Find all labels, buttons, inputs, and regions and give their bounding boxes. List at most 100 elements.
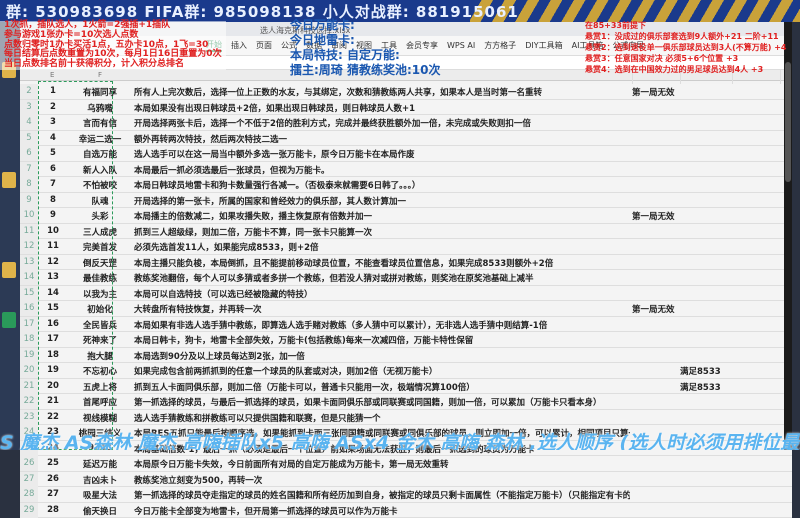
table-row[interactable]: 21有福同享所有人上完次数后，选择一位上正数的水友，与其绑定，次数和猜教练两人共…: [20, 84, 792, 100]
table-row[interactable]: 1413最佳教练教练奖池翻倍，每个人可以多猜或者多拼一个教练，但若没人猜对或拼对…: [20, 270, 792, 286]
folder-icon[interactable]: [2, 172, 16, 188]
effect-index: 3: [38, 117, 68, 127]
row-number: 14: [20, 270, 38, 285]
table-row[interactable]: 1918抱大腿本局选到90分及以上球员每达到2张，加一倍: [20, 348, 792, 364]
first-round-note: 第一局无效: [632, 303, 680, 315]
effect-index: 1: [38, 86, 68, 96]
requirement-note: 满足8533: [680, 365, 730, 377]
effect-name: 最佳教练: [68, 272, 132, 284]
effect-description: 抓到五人卡面同俱乐部，则加二倍（万能卡可以，普通卡只能用一次，极端情况算100倍…: [134, 381, 630, 393]
effect-description: 本局可以自选特技（可以选已经被隐藏的特技）: [134, 288, 630, 300]
table-row[interactable]: 2827吸星大法第一抓选择的球员夺走指定的球员的姓名国籍和所有经历加到自身，被指…: [20, 487, 792, 503]
table-row[interactable]: 98队魂开局选择的第一张卡，所属的国家和曾经效力的俱乐部，其人数计算加一: [20, 193, 792, 209]
table-row[interactable]: 1716全民皆兵本局如果有非选人选手猜中教练，即算选人选手赌对教练（多人猜中可以…: [20, 317, 792, 333]
row-number: 17: [20, 317, 38, 332]
effect-description: 开局选择的第一张卡，所属的国家和曾经效力的俱乐部，其人数计算加一: [134, 195, 630, 207]
table-row[interactable]: 109头彩本局播主的倍数减二，如果攻播失败，播主恢复原有倍数并加一第一局无效: [20, 208, 792, 224]
ribbon-tab[interactable]: WPS AI: [447, 41, 475, 50]
effect-description: 本局日韩球员地雷卡和狗卡数量强行各减一。（否极泰来就需要6日韩了。。。）: [134, 179, 630, 191]
ribbon-tab[interactable]: 方方格子: [484, 40, 516, 51]
effect-index: 15: [38, 303, 68, 313]
effect-name: 三人成虎: [68, 226, 132, 238]
table-row[interactable]: 2322视线模糊选人选手猜教练和拼教练可以只提供国籍和联赛，但是只能猜一个: [20, 410, 792, 426]
effect-name: 幸运二选一: [68, 133, 132, 145]
table-row[interactable]: 32乌鸦嘴本局如果没有出现日韩球员+2倍，如果出现日韩球员，则日韩球员人数+1: [20, 100, 792, 116]
effect-description: 本局选到90分及以上球员每达到2张，加一倍: [134, 350, 630, 362]
effect-name: 死神来了: [68, 334, 132, 346]
table-row[interactable]: 1312倒反天罡本局主播只能负梭，本局倒抓，且不能提前移动球员位置，不能查看球员…: [20, 255, 792, 271]
row-number: 22: [20, 394, 38, 409]
effect-description: 本局最后一抓必须选最后一张球员，但视为万能卡。: [134, 164, 630, 176]
decorative-stripes: [470, 0, 800, 22]
table-row[interactable]: 2625延迟万能本局原今日万能卡失效，今日前面所有对局的自定万能成为万能卡，第一…: [20, 456, 792, 472]
effect-name: 吉凶未卜: [68, 474, 132, 486]
effect-description: 额外再转两次特技，然后两次特技二选一: [134, 133, 630, 145]
row-number: 7: [20, 162, 38, 177]
effect-name: 视线模糊: [68, 412, 132, 424]
scroll-thumb[interactable]: [785, 62, 791, 182]
table-row[interactable]: 1615初始化大转盘所有特技恢复，并再转一次第一局无效: [20, 301, 792, 317]
overlay-line: 当日点数排名前十获得积分，计入积分总排名: [4, 60, 222, 70]
first-round-note: 第一局无效: [632, 210, 680, 222]
effect-index: 6: [38, 164, 68, 174]
effect-description: 今日万能卡全部变为地雷卡，但开局第一抓选择的球员可以作为万能卡: [134, 505, 630, 517]
row-number: 29: [20, 503, 38, 518]
effect-index: 22: [38, 412, 68, 422]
table-row[interactable]: 65自选万能选人选手可以在这一局当中额外多选一张万能卡，原今日万能卡在本局作废: [20, 146, 792, 162]
effect-name: 初始化: [68, 303, 132, 315]
table-row[interactable]: 2019不忘初心如果完成包含前两抓抓到的任意一个球员的队套或对决，则加2倍（无视…: [20, 363, 792, 379]
effect-index: 21: [38, 396, 68, 406]
row-number: 4: [20, 115, 38, 130]
table-row[interactable]: 76新人入队本局最后一抓必须选最后一张球员，但视为万能卡。: [20, 162, 792, 178]
folder-icon[interactable]: [2, 262, 16, 278]
overlay-line: 擂主:周琦 猜教练奖池:10次: [290, 63, 440, 78]
table-row[interactable]: 87不怕被咬本局日韩球员地雷卡和狗卡数量强行各减一。（否极泰来就需要6日韩了。。…: [20, 177, 792, 193]
overlay-line: 今日万能卡:: [290, 18, 440, 33]
table-row[interactable]: 43言而有信开局选择两张卡后，选择一个不低于2倍的胜利方式，完成并最终获胜额外加…: [20, 115, 792, 131]
table-row[interactable]: 1817死神来了本局日韩卡，狗卡，地雷卡全部失效，万能卡(包括教练)每来一次减四…: [20, 332, 792, 348]
effect-index: 19: [38, 365, 68, 375]
table-row[interactable]: 2928偷天换日今日万能卡全部变为地雷卡，但开局第一抓选择的球员可以作为万能卡: [20, 503, 792, 518]
effect-description: 本局主播只能负梭，本局倒抓，且不能提前移动球员位置，不能查看球员位置信息，如果完…: [134, 257, 630, 269]
vertical-scrollbar[interactable]: [784, 22, 792, 450]
effect-description: 抓到三人超级绿，则加二倍，万能卡不算，同一张卡只能算一次: [134, 226, 630, 238]
table-row[interactable]: 1514以我为主本局可以自选特技（可以选已经被隐藏的特技）: [20, 286, 792, 302]
effect-index: 10: [38, 226, 68, 236]
table-row[interactable]: 2221首尾呼应第一抓选择的球员，与最后一抓选择的球员，如果卡面同俱乐部或同联赛…: [20, 394, 792, 410]
effect-name: 完美首发: [68, 241, 132, 253]
ribbon-tab[interactable]: 页面: [256, 40, 272, 51]
effect-index: 11: [38, 241, 68, 251]
table-row[interactable]: 1110三人成虎抓到三人超级绿，则加二倍，万能卡不算，同一张卡只能算一次: [20, 224, 792, 240]
effect-index: 14: [38, 288, 68, 298]
rules-overlay: 1次抓，插队选人，1火箭=2强插+1插队参与游戏1张办卡=10次选人点数点数归零…: [0, 21, 226, 70]
effect-name: 乌鸦嘴: [68, 102, 132, 114]
effect-index: 4: [38, 133, 68, 143]
effect-index: 2: [38, 102, 68, 112]
row-number: 13: [20, 255, 38, 270]
effect-name: 以我为主: [68, 288, 132, 300]
table-row[interactable]: 54幸运二选一额外再转两次特技，然后两次特技二选一: [20, 131, 792, 147]
effect-description: 必须先选首发11人，如果能完成8533，则+2倍: [134, 241, 630, 253]
effect-description: 本局如果有非选人选手猜中教练，即算选人选手赌对教练（多人猜中可以累计），无非选人…: [134, 319, 630, 331]
requirement-note: 满足8533: [680, 381, 730, 393]
effect-description: 选人选手猜教练和拼教练可以只提供国籍和联赛，但是只能猜一个: [134, 412, 630, 424]
effect-description: 本局如果没有出现日韩球员+2倍，如果出现日韩球员，则日韩球员人数+1: [134, 102, 630, 114]
column-e-header[interactable]: E: [50, 71, 54, 79]
row-number: 20: [20, 363, 38, 378]
effect-name: 不怕被咬: [68, 179, 132, 191]
column-f-header[interactable]: F: [98, 71, 102, 79]
effect-name: 偷天换日: [68, 505, 132, 517]
table-row[interactable]: 1211完美首发必须先选首发11人，如果能完成8533，则+2倍: [20, 239, 792, 255]
ribbon-tab[interactable]: 插入: [231, 40, 247, 51]
spreadsheet-app-icon[interactable]: [2, 312, 16, 328]
effect-description: 如果完成包含前两抓抓到的任意一个球员的队套或对决，则加2倍（无视万能卡）: [134, 365, 630, 377]
table-row[interactable]: 2726吉凶未卜教练奖池立刻变为500，再转一次: [20, 472, 792, 488]
effect-name: 倒反天罡: [68, 257, 132, 269]
row-number: 18: [20, 332, 38, 347]
row-number: 6: [20, 146, 38, 161]
row-number: 10: [20, 208, 38, 223]
wps-spreadsheet-window: 选人海克斯科技选择.xlsx 开始插入页面公式数据审阅视图工具会员专享WPS A…: [20, 22, 792, 450]
table-row[interactable]: 2120五虎上将抓到五人卡面同俱乐部，则加二倍（万能卡可以，普通卡只能用一次，极…: [20, 379, 792, 395]
ribbon-tab[interactable]: DIY工具箱: [525, 40, 562, 51]
effect-name: 全民皆兵: [68, 319, 132, 331]
